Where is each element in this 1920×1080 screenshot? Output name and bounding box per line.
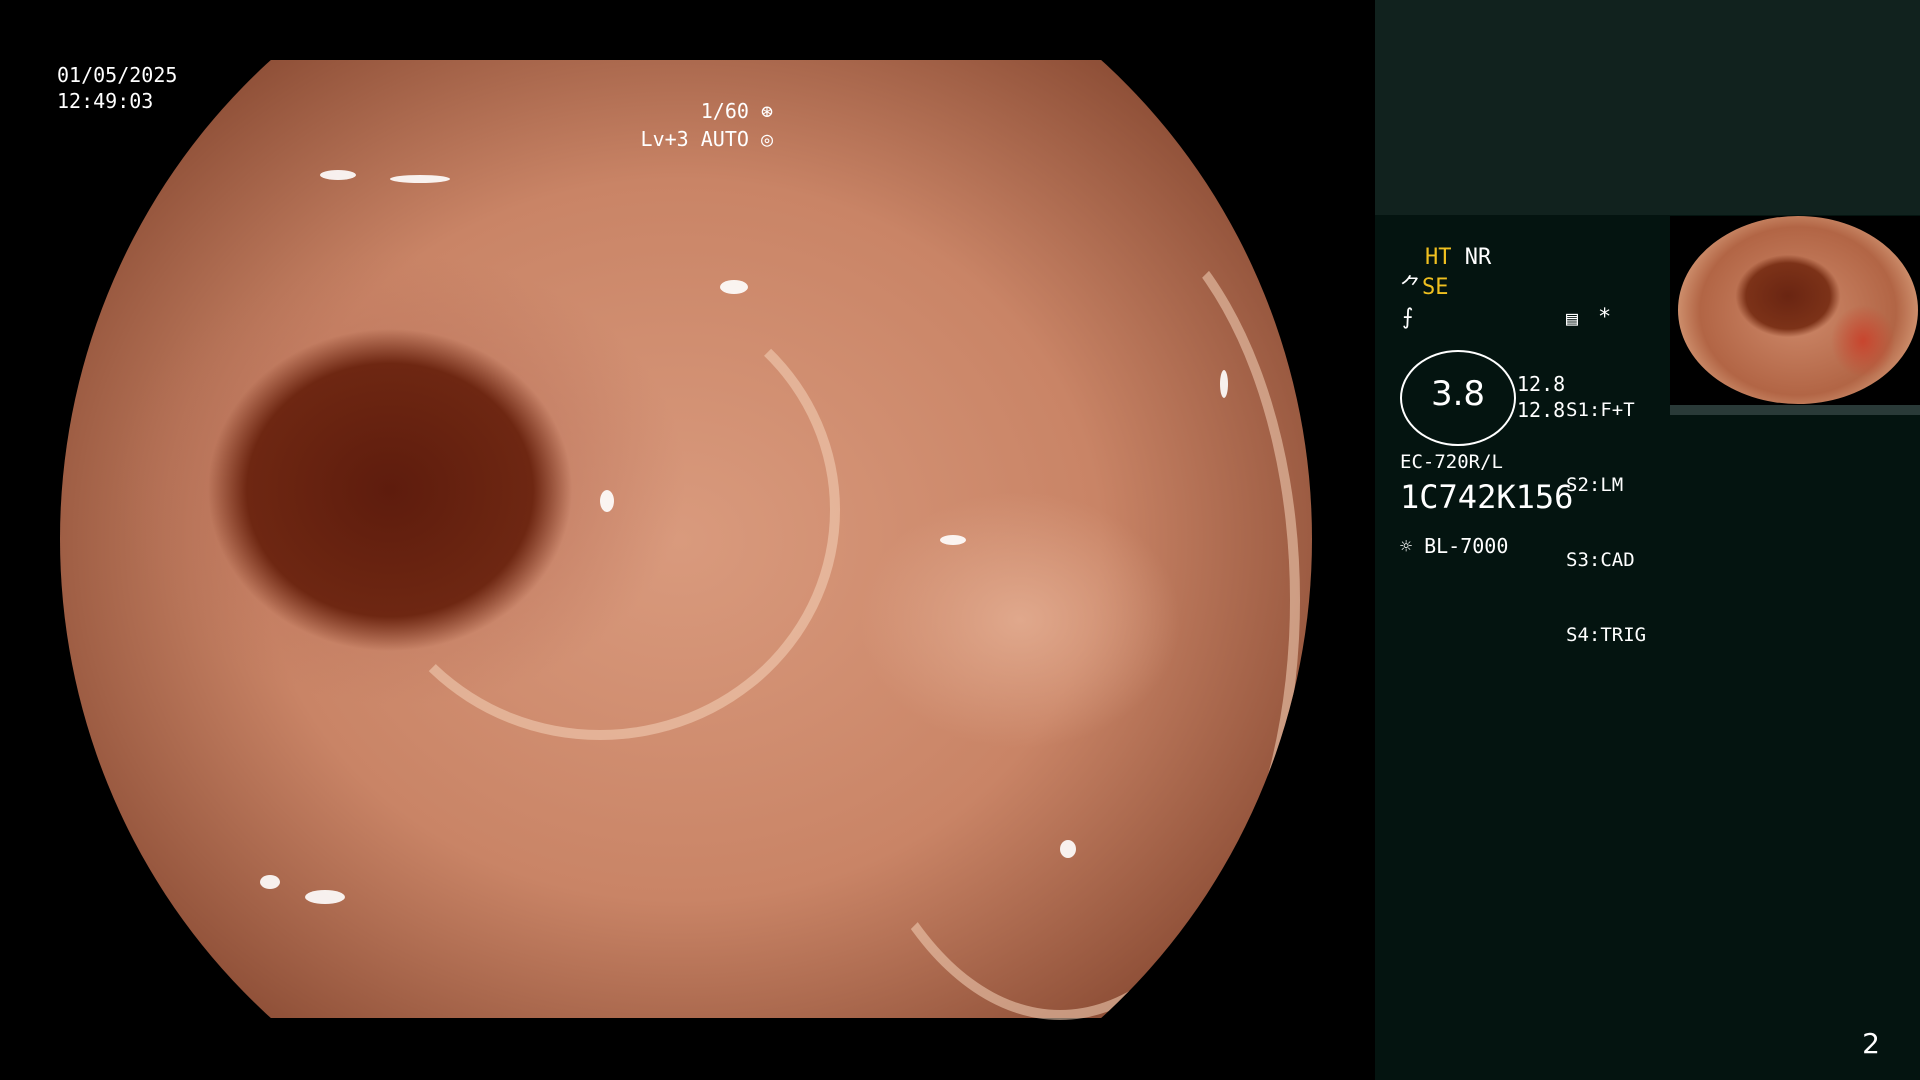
- star-marker: *: [1598, 305, 1612, 330]
- switch-row: S2:LM: [1566, 473, 1646, 498]
- time-readout: 12:49:03: [57, 89, 154, 113]
- light-reflection: [940, 535, 966, 545]
- gauge: 3.8: [1400, 350, 1516, 446]
- switch-row: S3:CAD: [1566, 548, 1646, 573]
- light-reflection: [260, 875, 280, 889]
- light-reflection: [1060, 840, 1076, 858]
- endoscopic-image: [60, 60, 1312, 1020]
- nr-label: NR: [1464, 245, 1492, 270]
- switch-value: F+T: [1600, 399, 1635, 421]
- mucosal-fold: [360, 280, 840, 740]
- light-reflection: [600, 490, 614, 512]
- iris-value: Lv+3 AUTO: [640, 127, 749, 151]
- endoscopy-view: 01/05/2025 12:49:03 1/60 ⊛ Lv+3 AUTO ◎: [0, 0, 1375, 1080]
- scope-model: EC-720R/L: [1400, 451, 1503, 473]
- thumbnail-image: [1678, 216, 1918, 404]
- panel-top: [1375, 0, 1920, 215]
- light-reflection: [720, 280, 748, 294]
- se-label: SE: [1422, 275, 1449, 300]
- shutter-readout: 1/60 ⊛: [701, 98, 773, 124]
- light-reflection: [305, 890, 345, 904]
- gauge-side-top: 12.8: [1517, 372, 1566, 396]
- light-reflection: [1220, 370, 1228, 398]
- iris-readout: Lv+3 AUTO ◎: [641, 126, 773, 152]
- switch-row: S4:TRIG: [1566, 623, 1646, 648]
- enhancement-row: HT NR: [1425, 244, 1491, 272]
- light-source-row: ☼ BL-7000: [1400, 532, 1508, 560]
- aperture-icon: ⊛: [748, 99, 773, 123]
- freeze-icon: ⨍: [1402, 305, 1414, 330]
- gauge-value: 3.8: [1430, 374, 1486, 414]
- switch-list: S1:F+T S2:LM S3:CAD S4:TRIG: [1566, 348, 1646, 673]
- switch-row: S1:F+T: [1566, 398, 1646, 423]
- ht-label: HT: [1425, 245, 1452, 270]
- light-source-label: BL-7000: [1424, 534, 1509, 558]
- page-number: 2: [1862, 1027, 1880, 1060]
- switch-value: LM: [1600, 474, 1624, 496]
- shutter-value: 1/60: [700, 99, 749, 123]
- thumbnail-bar: [1670, 405, 1920, 415]
- scope-serial: 1C742K156: [1400, 478, 1574, 516]
- switch-key: S3:: [1566, 549, 1601, 571]
- iris-icon: ◎: [748, 127, 773, 151]
- switch-key: S4:: [1566, 624, 1601, 646]
- switch-key: S1:: [1566, 399, 1601, 421]
- record-icon: ▤: [1566, 306, 1579, 330]
- light-reflection: [390, 175, 450, 183]
- se-row: ⺈SE: [1400, 274, 1449, 302]
- switch-value: CAD: [1600, 549, 1635, 571]
- switch-value: TRIG: [1600, 624, 1647, 646]
- mucosal-fold-right: [820, 180, 1300, 1020]
- scope-icon: ⺈: [1400, 275, 1423, 300]
- gauge-side-bottom: 12.8: [1517, 398, 1566, 422]
- date-readout: 01/05/2025: [57, 63, 178, 87]
- light-reflection: [320, 170, 356, 180]
- thumbnail-preview[interactable]: [1670, 216, 1920, 406]
- light-bulb-icon: ☼: [1400, 534, 1413, 558]
